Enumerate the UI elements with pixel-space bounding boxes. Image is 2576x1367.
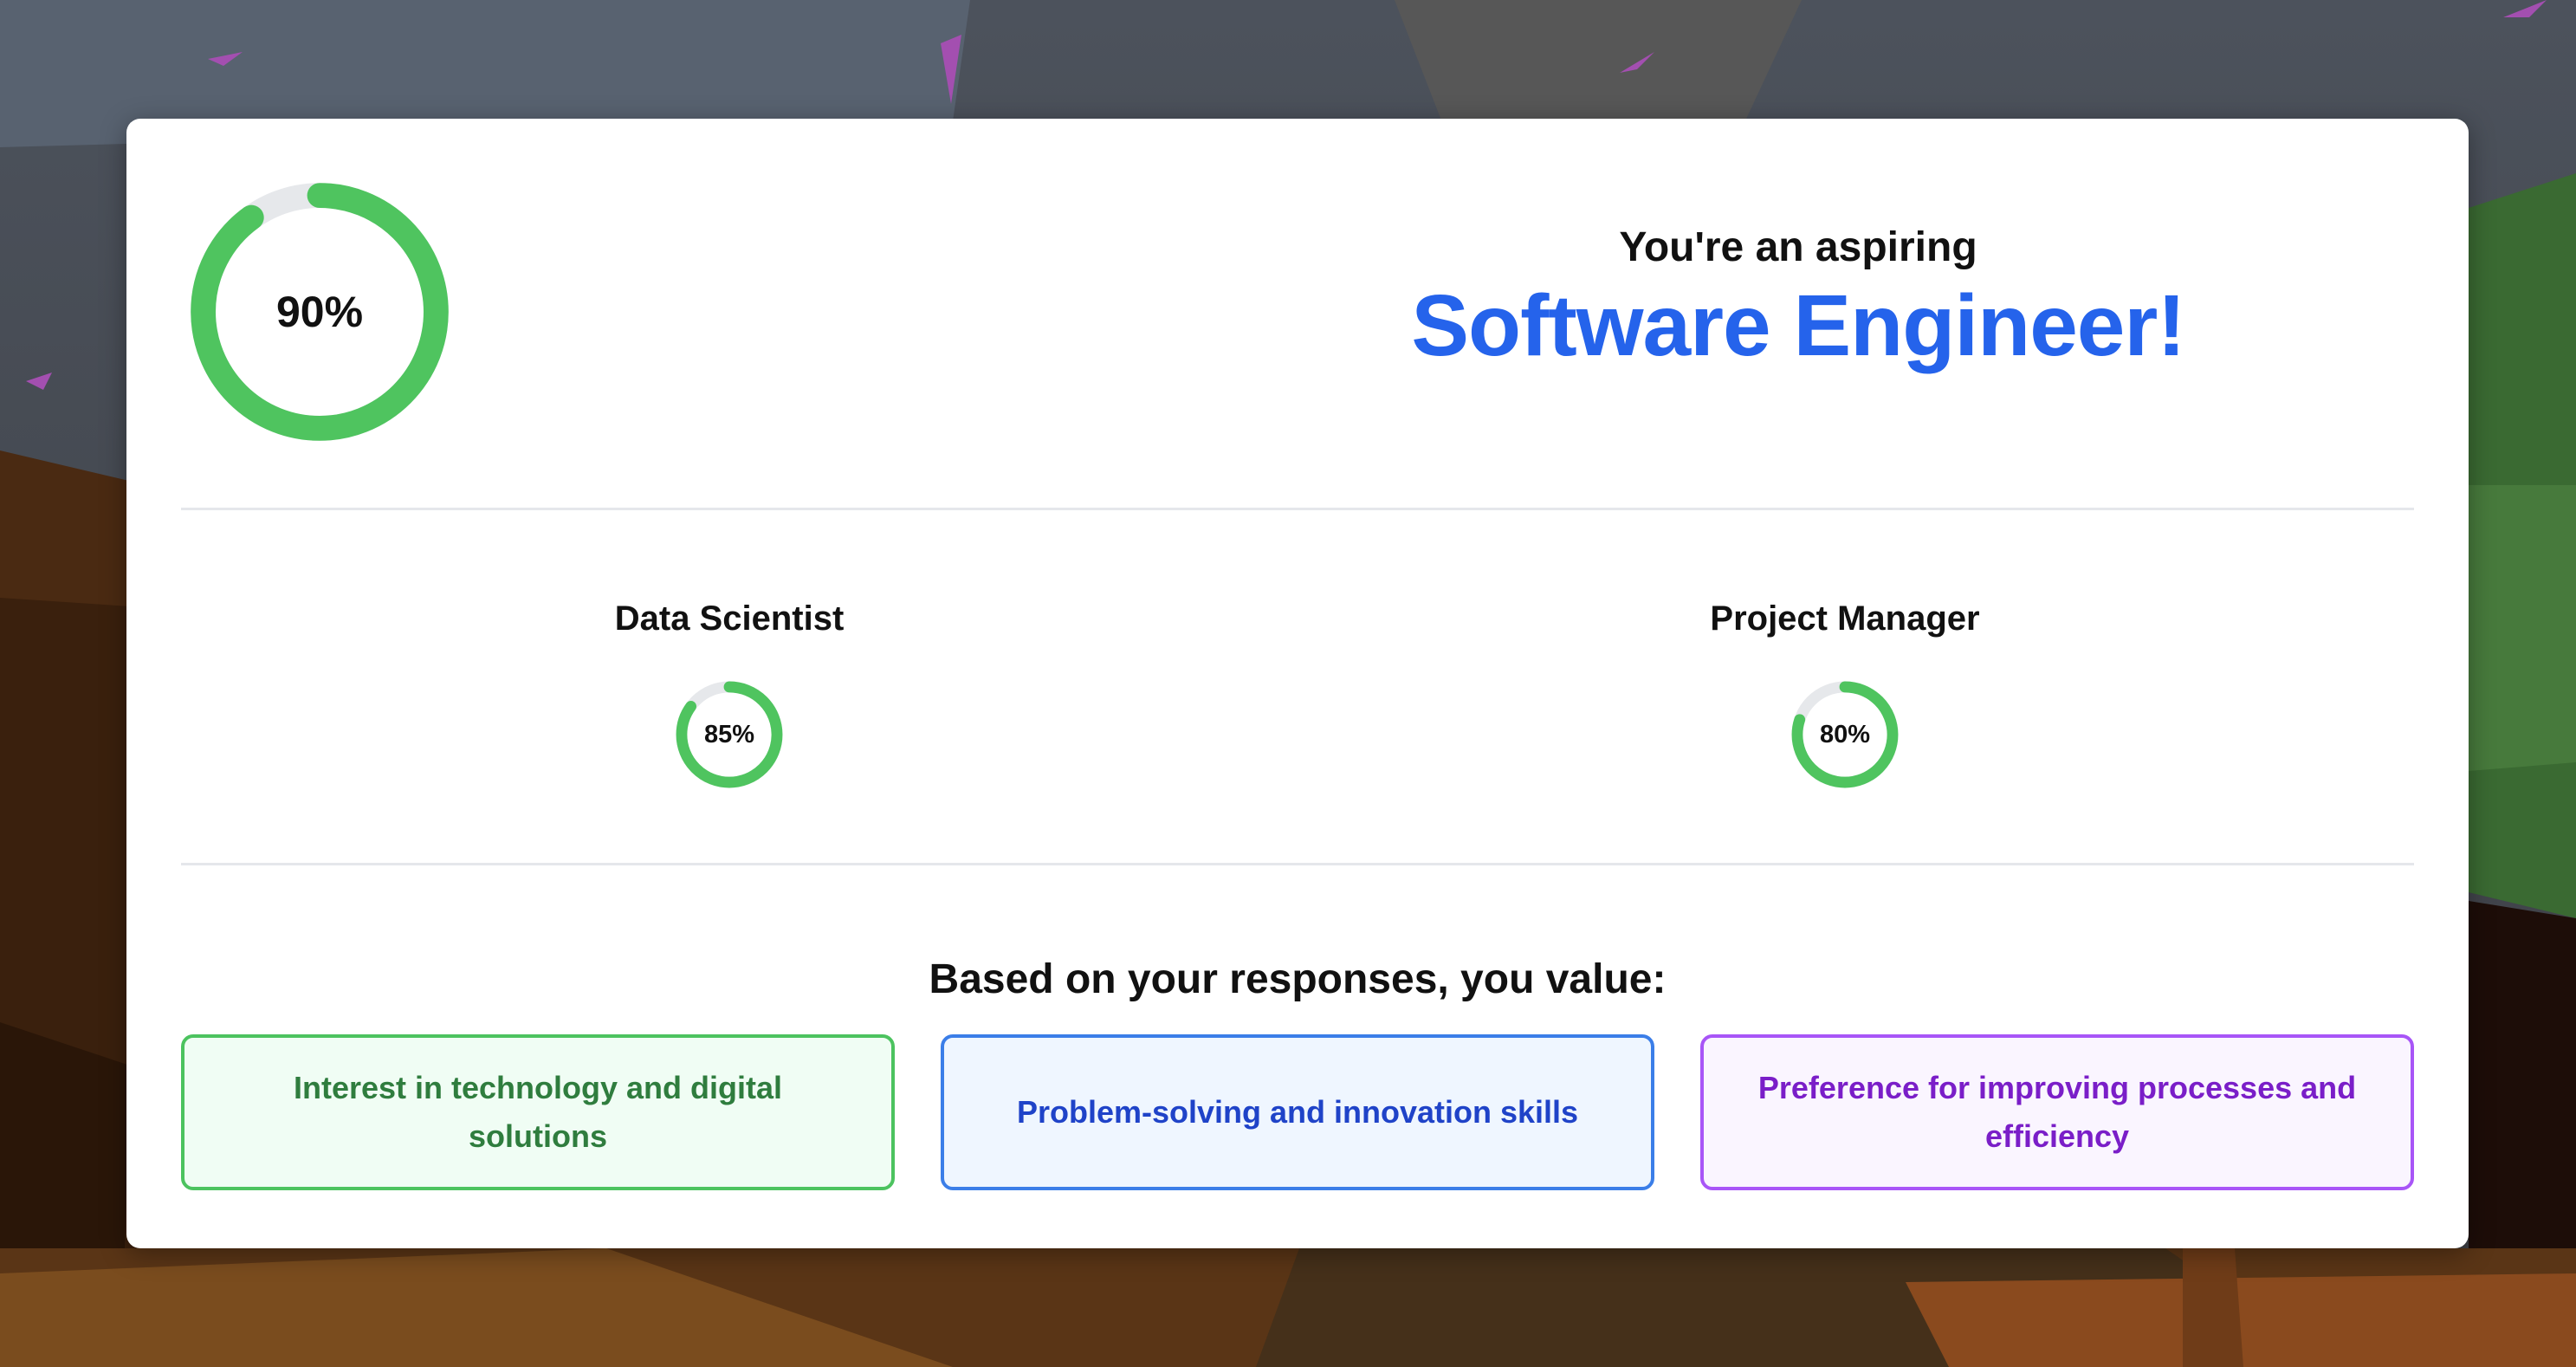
alt-career-ring: 85% xyxy=(674,679,785,790)
alt-career-ring: 80% xyxy=(1790,679,1900,790)
values-heading: Based on your responses, you value: xyxy=(929,956,1667,1002)
alt-career-project-manager: Project Manager 80% xyxy=(1542,598,2148,790)
main-match-ring: 90% xyxy=(181,173,458,450)
alt-career-percent: 80% xyxy=(1819,720,1871,748)
alt-career-data-scientist: Data Scientist 85% xyxy=(426,598,1032,790)
alt-career-percent: 85% xyxy=(703,720,755,748)
divider-top xyxy=(181,508,2414,510)
value-card-problem-solving: Problem-solving and innovation skills xyxy=(941,1034,1654,1190)
alt-career-name: Project Manager xyxy=(1710,599,1980,638)
divider-bottom xyxy=(181,863,2414,865)
result-headline: You're an aspiring Software Engineer! xyxy=(1036,223,2560,376)
value-card-technology: Interest in technology and digital solut… xyxy=(181,1034,895,1190)
alt-career-name: Data Scientist xyxy=(614,599,845,638)
main-match-percent: 90% xyxy=(275,288,364,336)
result-career-title: Software Engineer! xyxy=(1411,276,2185,374)
results-card: 90% You're an aspiring Software Engineer… xyxy=(126,119,2469,1248)
result-subtitle: You're an aspiring xyxy=(1619,224,1977,270)
value-card-process-improvement: Preference for improving processes and e… xyxy=(1700,1034,2414,1190)
